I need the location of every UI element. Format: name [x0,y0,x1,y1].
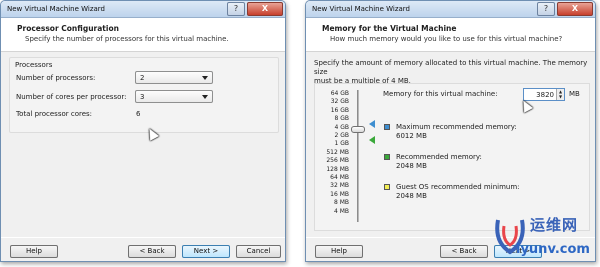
memory-input[interactable]: 3820 ▲ ▼ [523,88,565,101]
chevron-down-icon [202,95,208,99]
guest-minimum-label: Guest OS recommended minimum: [396,183,520,191]
chevron-down-icon [202,76,208,80]
page-title: Processor Configuration [17,24,119,33]
next-button[interactable]: Next > [494,245,542,258]
memory-wizard-window: New Virtual Machine Wizard ? X Memory fo… [305,0,596,262]
footer-divider [306,237,595,238]
total-cores-label: Total processor cores: [16,110,93,118]
scale-label: 16 GB [330,106,349,114]
close-icon[interactable]: X [557,2,593,16]
scale-label: 32 GB [330,98,349,106]
processors-group: Processors Number of processors: 2 Numbe… [9,57,279,133]
memory-description: Specify the amount of memory allocated t… [314,59,590,86]
description-line: Specify the amount of memory allocated t… [314,59,588,76]
guest-minimum-legend-icon [384,184,390,190]
scale-label: 64 GB [330,90,349,97]
num-processors-label: Number of processors: [16,74,96,82]
wizard-header: Memory for the Virtual Machine How much … [306,18,595,52]
scale-label: 512 MB [326,148,349,156]
processor-wizard-window: New Virtual Machine Wizard ? X Processor… [0,0,286,262]
processors-group-label: Processors [15,61,53,69]
memory-label: Memory for this virtual machine: [383,90,498,98]
scale-label: 8 GB [334,115,350,123]
wizard-header: Processor Configuration Specify the numb… [1,18,285,52]
guest-minimum-value: 2048 MB [396,192,427,200]
cores-per-processor-label: Number of cores per processor: [16,93,127,101]
cores-per-processor-select[interactable]: 3 [135,90,213,103]
max-memory-value: 6012 MB [396,132,427,140]
cores-per-processor-value: 3 [140,93,145,101]
spin-down-icon[interactable]: ▼ [557,94,564,99]
scale-label: 2 GB [334,132,350,140]
help-icon[interactable]: ? [537,2,555,16]
total-cores-value: 6 [136,110,141,118]
footer-divider [1,237,285,238]
back-button[interactable]: < Back [128,245,176,258]
page-subtitle: Specify the number of processors for thi… [25,35,229,43]
title-bar[interactable]: New Virtual Machine Wizard ? X [306,1,595,18]
help-button[interactable]: Help [10,245,58,258]
scale-label: 64 MB [330,174,349,182]
memory-unit: MB [569,90,580,98]
scale-label: 4 MB [333,207,349,215]
help-button[interactable]: Help [315,245,363,258]
memory-value: 3820 [536,91,554,99]
title-bar[interactable]: New Virtual Machine Wizard ? X [1,1,285,18]
next-button[interactable]: Next > [182,245,230,258]
memory-slider-thumb[interactable] [351,126,365,133]
page-title: Memory for the Virtual Machine [322,24,457,33]
recommended-memory-label: Recommended memory: [396,153,482,161]
scale-label: 1 GB [334,140,350,148]
recommended-memory-value: 2048 MB [396,162,427,170]
scale-label: 256 MB [326,157,349,165]
scale-label: 4 GB [334,123,350,131]
window-title: New Virtual Machine Wizard [312,5,410,13]
num-processors-value: 2 [140,74,145,82]
scale-label: 128 MB [326,165,349,173]
back-button[interactable]: < Back [440,245,488,258]
page-subtitle: How much memory would you like to use fo… [330,35,563,43]
scale-label: 32 MB [330,182,349,190]
memory-spinner[interactable]: ▲ ▼ [556,89,564,100]
num-processors-select[interactable]: 2 [135,71,213,84]
max-memory-label: Maximum recommended memory: [396,123,517,131]
cancel-button[interactable]: Cancel [236,245,281,258]
help-icon[interactable]: ? [227,2,245,16]
memory-scale: 64 GB 32 GB 16 GB 8 GB 4 GB 2 GB 1 GB 51… [315,90,349,216]
scale-label: 8 MB [333,199,349,207]
scale-label: 16 MB [330,190,349,198]
close-icon[interactable]: X [247,2,283,16]
max-recommended-marker-icon [369,120,375,128]
memory-slider-track[interactable] [357,90,359,222]
max-memory-legend-icon [384,124,390,130]
recommended-marker-icon [369,136,375,144]
recommended-memory-legend-icon [384,154,390,160]
window-title: New Virtual Machine Wizard [7,5,105,13]
memory-panel: 64 GB 32 GB 16 GB 8 GB 4 GB 2 GB 1 GB 51… [314,83,590,231]
